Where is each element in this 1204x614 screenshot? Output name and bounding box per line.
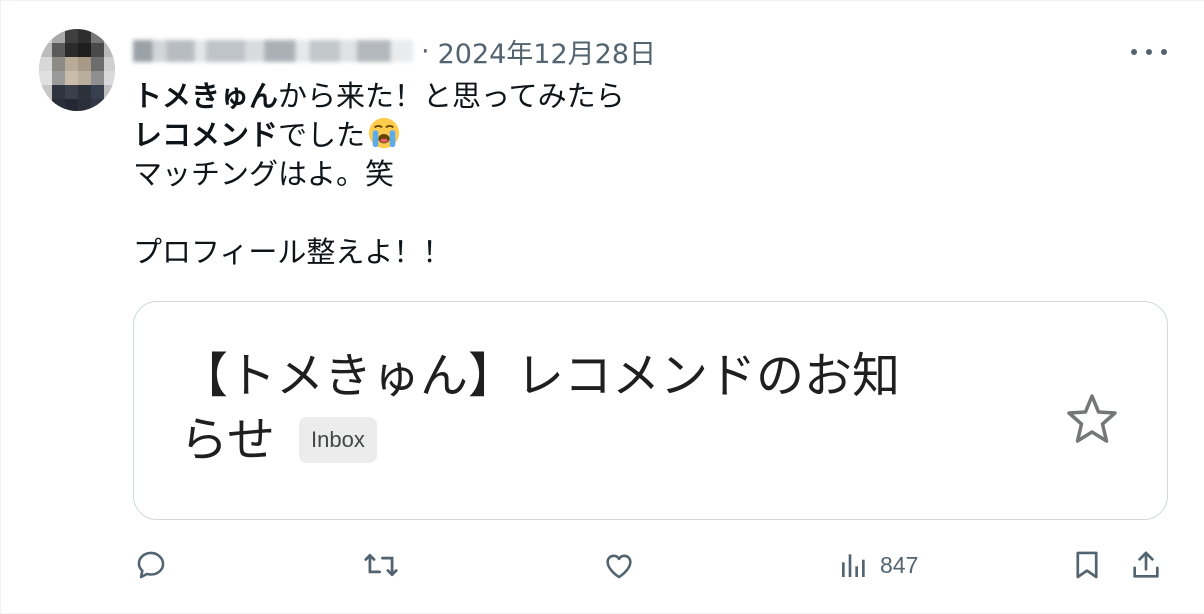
email-subject-line-2: らせ <box>180 412 276 468</box>
bookmark-button[interactable] <box>1070 547 1104 583</box>
tweet-line-3: マッチングはよ。笑 <box>133 157 395 191</box>
email-subject: 【トメきゅん】レコメンドのお知 らせ Inbox <box>180 344 1010 472</box>
tweet-action-bar: 847 <box>1 541 1204 591</box>
tweet-line-5: プロフィール整えよ！！ <box>133 235 452 269</box>
author-name-blurred[interactable] <box>133 40 413 62</box>
tweet-date[interactable]: 2024年12月28日 <box>438 32 656 71</box>
tweet-line-1: トメきゅんから来た！と思ってみたら <box>133 77 625 116</box>
star-outline-icon[interactable] <box>1064 392 1120 448</box>
reply-icon <box>137 551 165 579</box>
tweet-line-2-rest: でした <box>278 118 366 152</box>
tweet: · 2024年12月28日 トメきゅんから来た！と思ってみたら レコメンドでした… <box>0 0 1204 614</box>
share-button[interactable] <box>1129 547 1163 583</box>
retweet-button[interactable] <box>363 547 399 583</box>
avatar[interactable] <box>39 29 115 111</box>
share-icon <box>1133 551 1159 578</box>
heart-icon <box>606 554 632 579</box>
tweet-line-2: レコメンドでした <box>133 116 625 155</box>
tweet-line-2-bold: レコメンド <box>133 118 279 152</box>
views-button[interactable]: 847 <box>838 547 918 583</box>
email-screenshot-card[interactable]: 【トメきゅん】レコメンドのお知 らせ Inbox <box>133 301 1168 520</box>
tweet-line-1-rest: から来た！と思ってみたら <box>278 79 625 113</box>
email-subject-line-2-row: らせ Inbox <box>180 408 1010 472</box>
retweet-icon <box>364 553 398 577</box>
tweet-text: トメきゅんから来た！と思ってみたら レコメンドでした マッチングはよ。笑 プロフ… <box>133 77 625 272</box>
inbox-label-chip[interactable]: Inbox <box>299 417 377 463</box>
loudly-crying-face-icon <box>368 117 400 149</box>
tweet-line-1-bold: トメきゅん <box>133 79 279 113</box>
bookmark-icon <box>1076 551 1098 579</box>
reply-button[interactable] <box>134 547 168 583</box>
more-options-icon[interactable] <box>1131 39 1167 65</box>
email-subject-line-1: 【トメきゅん】レコメンドのお知 <box>180 348 901 404</box>
views-count: 847 <box>880 551 919 578</box>
views-chart-icon <box>842 554 865 577</box>
like-button[interactable] <box>602 547 636 583</box>
tweet-header: · 2024年12月28日 <box>133 31 656 71</box>
header-separator: · <box>421 35 430 67</box>
